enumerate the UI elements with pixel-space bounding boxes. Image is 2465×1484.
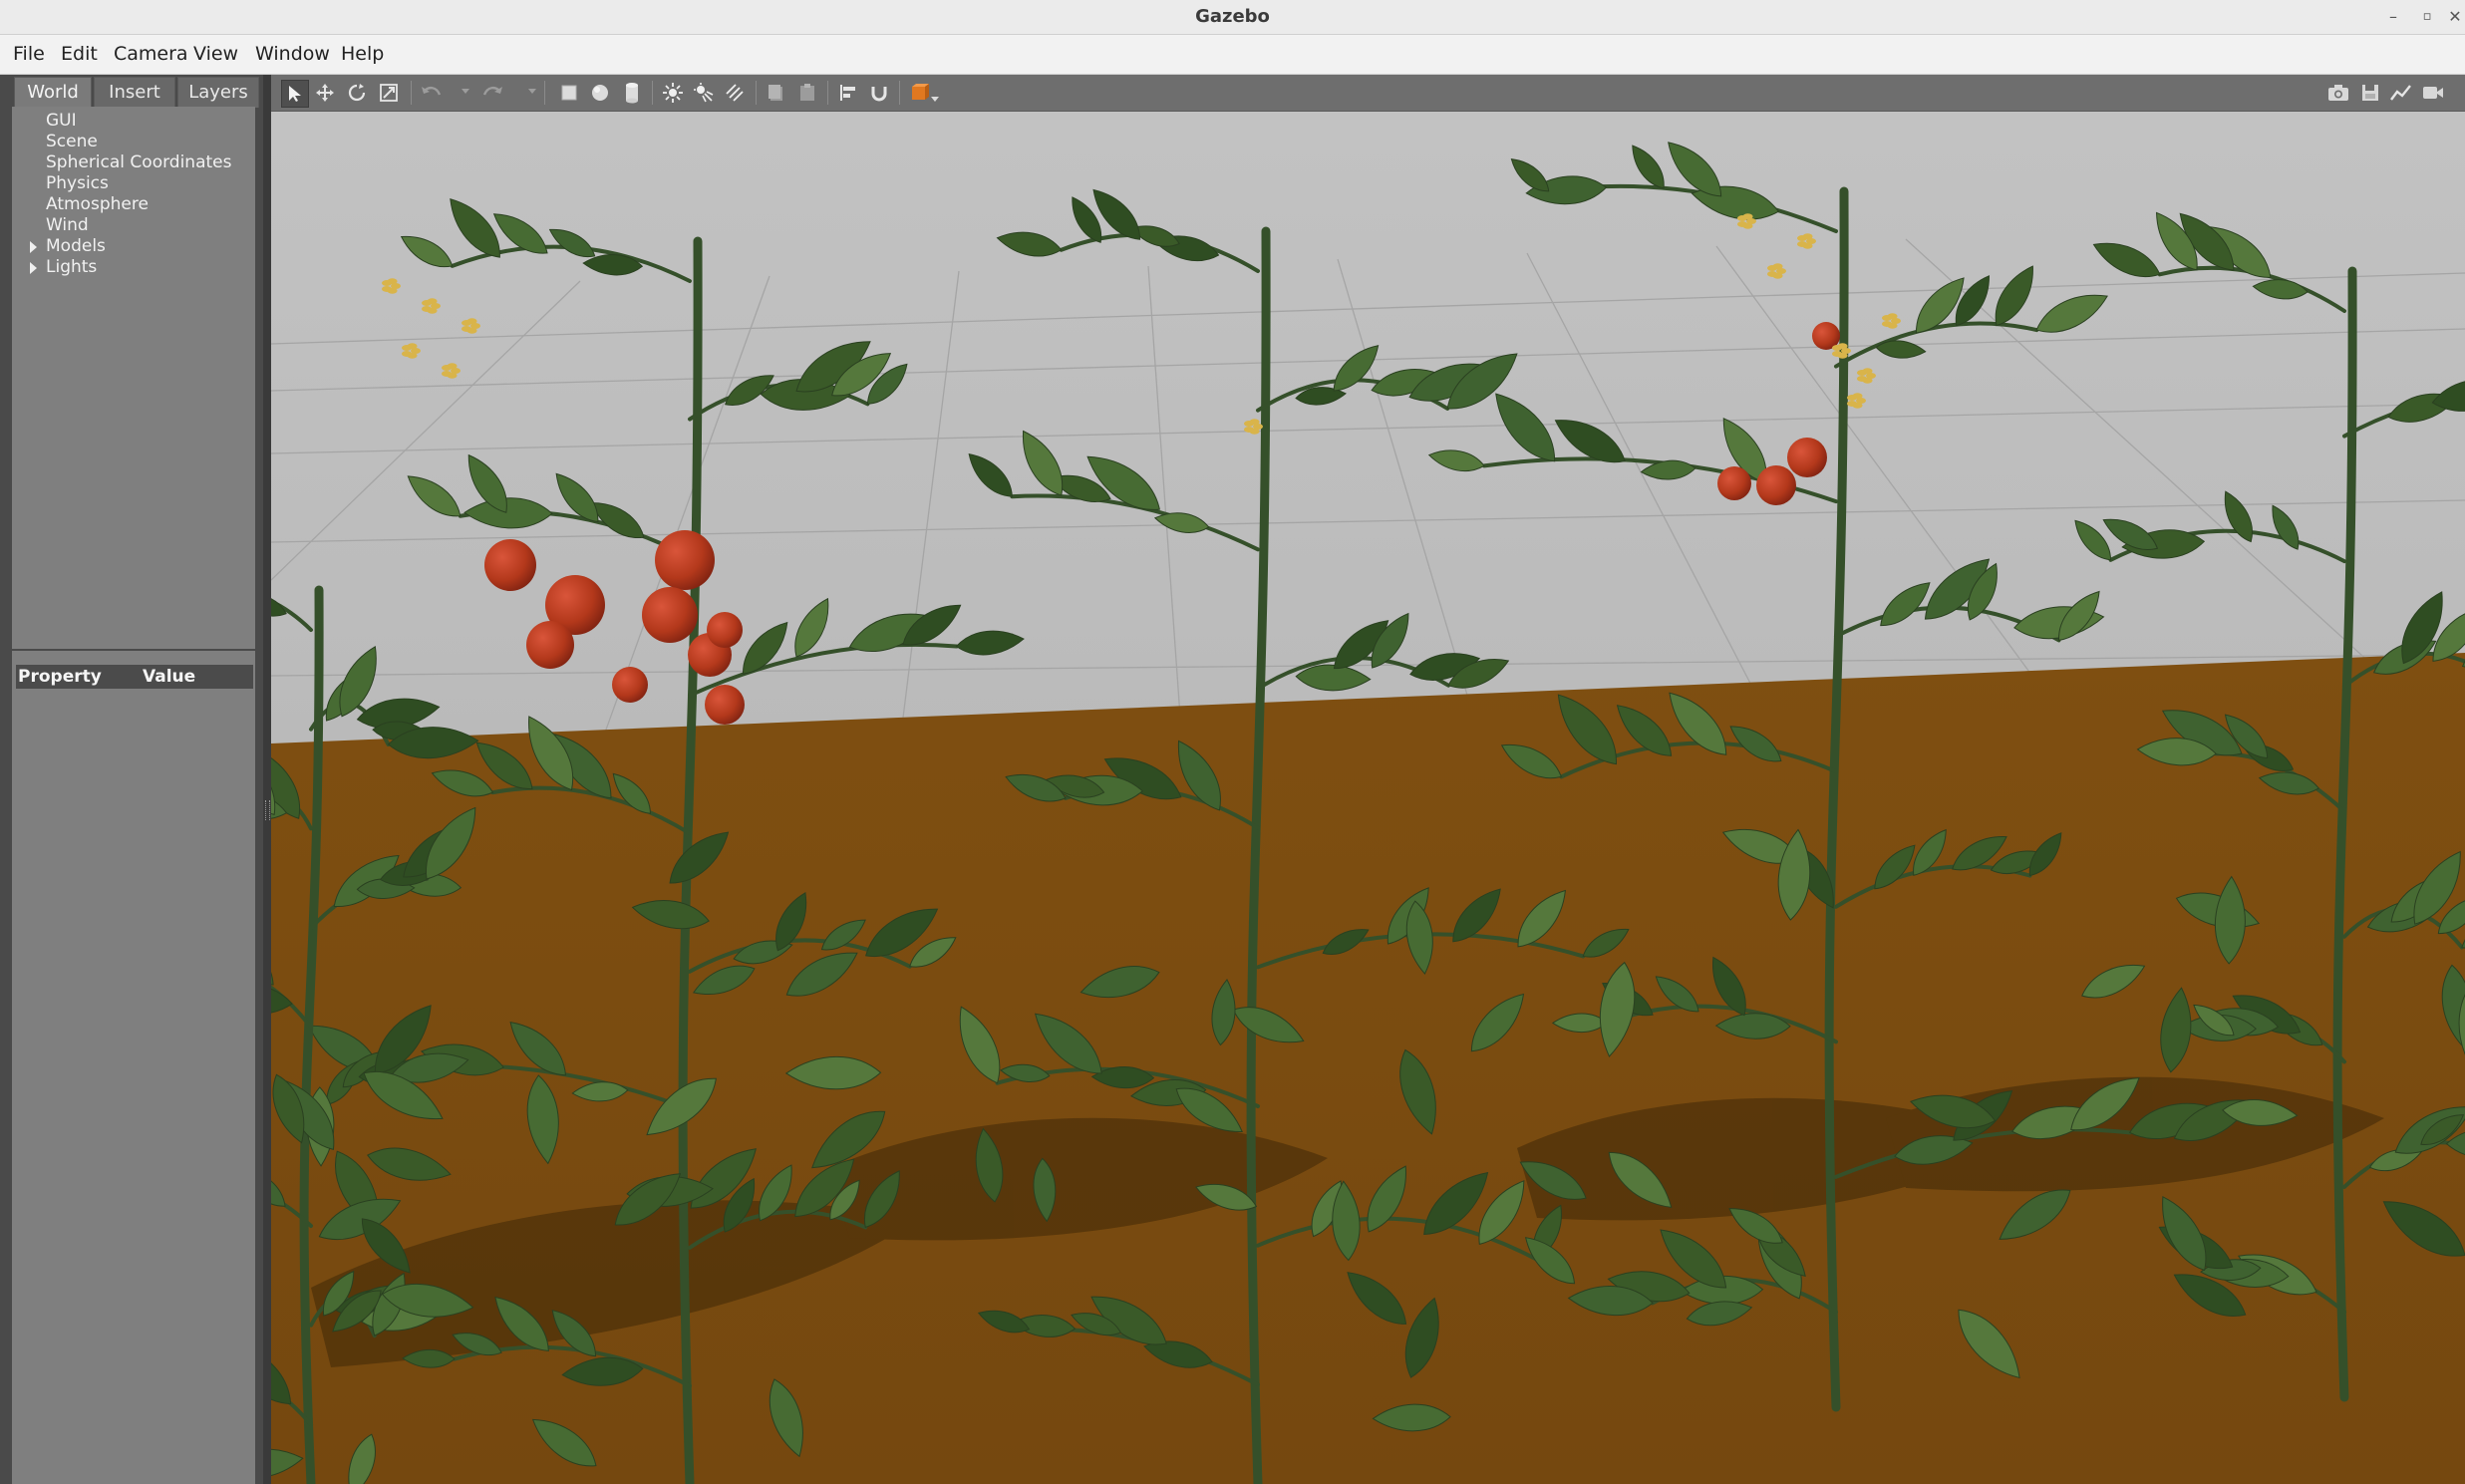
minimize-icon[interactable]: – (2376, 0, 2410, 34)
paste-icon[interactable] (794, 80, 820, 106)
window-title: Gazebo (1195, 6, 1270, 27)
menu-window[interactable]: Window (253, 35, 332, 74)
tab-insert[interactable]: Insert (94, 77, 175, 108)
select-mode-icon[interactable] (281, 80, 309, 108)
tree-item-wind[interactable]: Wind (46, 215, 89, 236)
menu-file[interactable]: File (11, 35, 47, 74)
rotate-mode-icon[interactable] (344, 80, 370, 106)
screenshot-icon[interactable] (2325, 80, 2351, 106)
plot-icon[interactable] (2388, 80, 2414, 106)
toolbar (271, 75, 2465, 112)
world-tree: GUI Scene Spherical Coordinates Physics … (12, 107, 255, 649)
cylinder-shape-icon[interactable] (619, 80, 645, 106)
tree-item-spherical-coordinates[interactable]: Spherical Coordinates (46, 152, 231, 173)
property-column-header: Property (18, 667, 102, 687)
panel-splitter[interactable] (263, 75, 271, 1484)
spot-light-icon[interactable] (691, 80, 717, 106)
menu-help[interactable]: Help (339, 35, 386, 74)
expand-lights-icon[interactable] (30, 262, 37, 274)
menu-camera[interactable]: Camera (112, 35, 190, 74)
tree-item-scene[interactable]: Scene (46, 132, 98, 152)
splitter-grip-icon[interactable] (265, 800, 270, 820)
translate-mode-icon[interactable] (312, 80, 338, 106)
tree-item-atmosphere[interactable]: Atmosphere (46, 194, 149, 215)
menu-edit[interactable]: Edit (59, 35, 100, 74)
window-titlebar: Gazebo – ▫ ✕ (0, 0, 2465, 35)
copy-icon[interactable] (764, 80, 789, 106)
property-panel: Property Value (12, 651, 255, 1484)
log-icon[interactable] (2357, 80, 2383, 106)
scene-render[interactable] (271, 112, 2465, 1484)
snap-icon[interactable] (866, 80, 892, 106)
redo-icon[interactable] (479, 80, 505, 106)
undo-icon[interactable] (419, 80, 445, 106)
property-header: Property Value (16, 665, 253, 689)
tree-item-models[interactable]: Models (46, 236, 106, 257)
menu-view[interactable]: View (191, 35, 240, 74)
tree-item-physics[interactable]: Physics (46, 173, 109, 194)
sphere-shape-icon[interactable] (587, 80, 613, 106)
point-light-icon[interactable] (660, 80, 686, 106)
tab-layers[interactable]: Layers (177, 77, 259, 108)
tree-item-lights[interactable]: Lights (46, 257, 97, 278)
record-video-icon[interactable] (2420, 80, 2446, 106)
close-icon[interactable]: ✕ (2438, 0, 2465, 34)
menu-bar: File Edit Camera View Window Help (0, 35, 2465, 75)
view-angle-dropdown-icon[interactable] (931, 97, 939, 102)
left-panel: World Insert Layers GUI Scene Spherical … (0, 75, 263, 1484)
view-angle-icon[interactable] (907, 80, 933, 106)
box-shape-icon[interactable] (556, 80, 582, 106)
undo-dropdown-icon[interactable] (462, 89, 469, 94)
scene-viewport[interactable] (271, 112, 2465, 1484)
scale-mode-icon[interactable] (376, 80, 402, 106)
redo-dropdown-icon[interactable] (528, 89, 536, 94)
directional-light-icon[interactable] (722, 80, 748, 106)
align-icon[interactable] (835, 80, 861, 106)
tab-world[interactable]: World (14, 77, 92, 108)
tree-item-gui[interactable]: GUI (46, 111, 77, 132)
expand-models-icon[interactable] (30, 241, 37, 253)
value-column-header: Value (143, 667, 196, 687)
